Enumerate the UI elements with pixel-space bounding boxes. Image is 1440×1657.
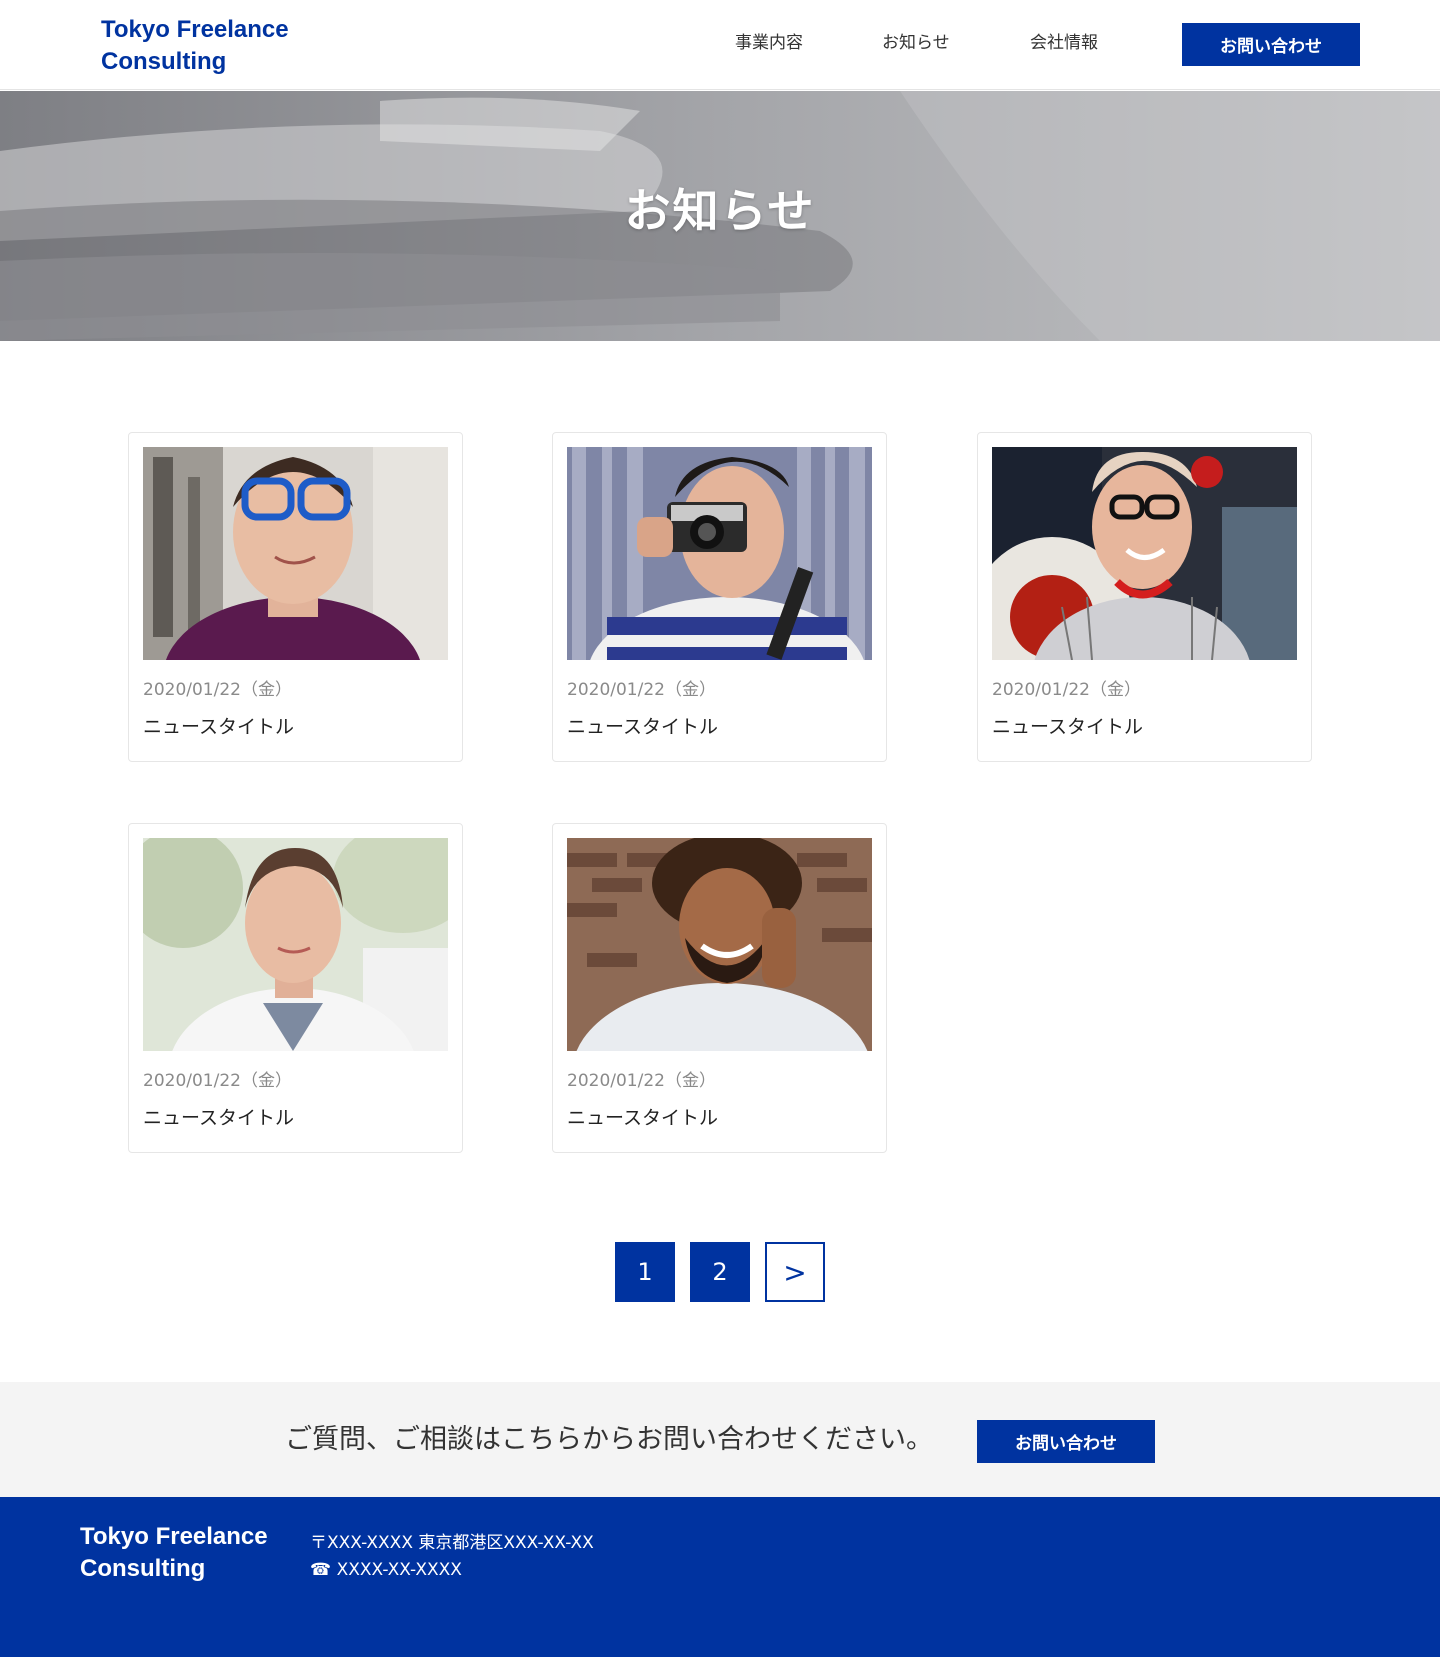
news-card[interactable]: 2020/01/22（金） ニュースタイトル — [128, 432, 463, 762]
pagination-page-2[interactable]: 2 — [690, 1242, 750, 1302]
news-date: 2020/01/22（金） — [992, 680, 1141, 700]
site-header: Tokyo Freelance Consulting 事業内容 お知らせ 会社情… — [0, 0, 1440, 90]
news-title[interactable]: ニュースタイトル — [143, 714, 294, 740]
news-date: 2020/01/22（金） — [143, 680, 292, 700]
woman-short-hair-photo — [143, 838, 448, 1051]
news-card[interactable]: 2020/01/22（金） ニュースタイトル — [552, 823, 887, 1153]
nav-item-company[interactable]: 会社情報 — [1030, 30, 1098, 56]
news-date: 2020/01/22（金） — [567, 680, 716, 700]
footer-address: 〒XXX-XXXX 東京都港区XXX-XX-XX — [310, 1533, 594, 1553]
nav-item-services[interactable]: 事業内容 — [735, 30, 803, 56]
nav-item-news[interactable]: お知らせ — [882, 30, 950, 56]
header-contact-button[interactable]: お問い合わせ — [1182, 23, 1360, 66]
elderly-woman-glasses-photo — [992, 447, 1297, 660]
news-card[interactable]: 2020/01/22（金） ニュースタイトル — [977, 432, 1312, 762]
news-card[interactable]: 2020/01/22（金） ニュースタイトル — [552, 432, 887, 762]
news-date: 2020/01/22（金） — [143, 1071, 292, 1091]
news-date: 2020/01/22（金） — [567, 1071, 716, 1091]
news-title[interactable]: ニュースタイトル — [143, 1105, 294, 1131]
contact-cta-band: ご質問、ご相談はこちらからお問い合わせください。 お問い合わせ — [0, 1382, 1440, 1497]
pagination-page-1[interactable]: 1 — [615, 1242, 675, 1302]
news-card[interactable]: 2020/01/22（金） ニュースタイトル — [128, 823, 463, 1153]
site-footer: Tokyo Freelance Consulting 〒XXX-XXXX 東京都… — [0, 1497, 1440, 1657]
pagination-next-button[interactable]: > — [765, 1242, 825, 1302]
smiling-man-curly-hair-photo — [567, 838, 872, 1051]
footer-logo[interactable]: Tokyo Freelance Consulting — [80, 1521, 310, 1585]
man-blue-glasses-photo — [143, 447, 448, 660]
man-with-camera-photo — [567, 447, 872, 660]
footer-phone: ☎ XXXX-XX-XXXX — [310, 1560, 462, 1580]
news-title[interactable]: ニュースタイトル — [992, 714, 1143, 740]
cta-contact-button[interactable]: お問い合わせ — [977, 1420, 1155, 1463]
hero-banner: お知らせ — [0, 91, 1440, 341]
contact-cta-text: ご質問、ご相談はこちらからお問い合わせください。 — [285, 1424, 933, 1455]
news-title[interactable]: ニュースタイトル — [567, 714, 718, 740]
news-title[interactable]: ニュースタイトル — [567, 1105, 718, 1131]
page-title: お知らせ — [624, 184, 816, 238]
